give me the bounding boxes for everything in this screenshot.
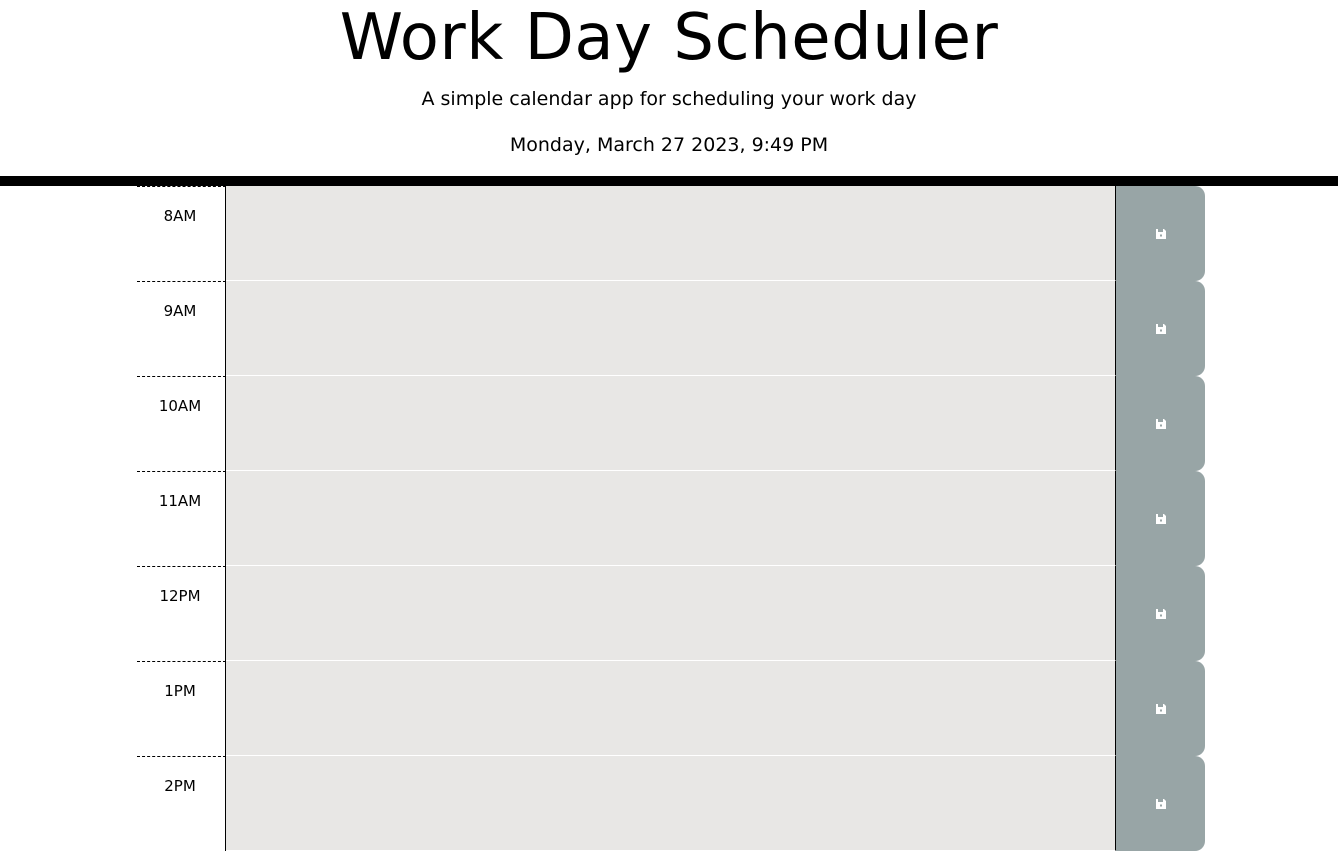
save-icon (1155, 703, 1166, 714)
hour-label: 1PM (137, 661, 226, 756)
time-block-8am: 8AM (137, 186, 1205, 281)
time-block-11am: 11AM (137, 471, 1205, 566)
hour-label: 8AM (137, 186, 226, 281)
time-block-12pm: 12PM (137, 566, 1205, 661)
save-button[interactable] (1116, 661, 1205, 756)
header-divider (0, 176, 1338, 186)
time-block-list: 8AM 9AM 10AM 11AM 12PM 1PM 2PM (137, 186, 1205, 851)
time-block-10am: 10AM (137, 376, 1205, 471)
save-button[interactable] (1116, 186, 1205, 281)
event-description-input[interactable] (226, 566, 1116, 661)
hour-label: 9AM (137, 281, 226, 376)
save-icon (1155, 418, 1166, 429)
event-description-input[interactable] (226, 186, 1116, 281)
time-block-1pm: 1PM (137, 661, 1205, 756)
event-description-input[interactable] (226, 281, 1116, 376)
event-description-input[interactable] (226, 756, 1116, 851)
save-icon (1155, 323, 1166, 334)
event-description-input[interactable] (226, 376, 1116, 471)
save-button[interactable] (1116, 756, 1205, 851)
header: Work Day Scheduler A simple calendar app… (0, 0, 1338, 176)
time-block-9am: 9AM (137, 281, 1205, 376)
save-button[interactable] (1116, 566, 1205, 661)
event-description-input[interactable] (226, 471, 1116, 566)
event-description-input[interactable] (226, 661, 1116, 756)
save-icon (1155, 513, 1166, 524)
hour-label: 2PM (137, 756, 226, 851)
hour-label: 12PM (137, 566, 226, 661)
save-icon (1155, 608, 1166, 619)
hour-label: 11AM (137, 471, 226, 566)
save-button[interactable] (1116, 376, 1205, 471)
hour-label: 10AM (137, 376, 226, 471)
save-button[interactable] (1116, 281, 1205, 376)
save-button[interactable] (1116, 471, 1205, 566)
save-icon (1155, 798, 1166, 809)
save-icon (1155, 228, 1166, 239)
time-block-2pm: 2PM (137, 756, 1205, 851)
page-title: Work Day Scheduler (339, 1, 999, 75)
page-subtitle: A simple calendar app for scheduling you… (421, 88, 917, 110)
current-day: Monday, March 27 2023, 9:49 PM (509, 134, 829, 156)
